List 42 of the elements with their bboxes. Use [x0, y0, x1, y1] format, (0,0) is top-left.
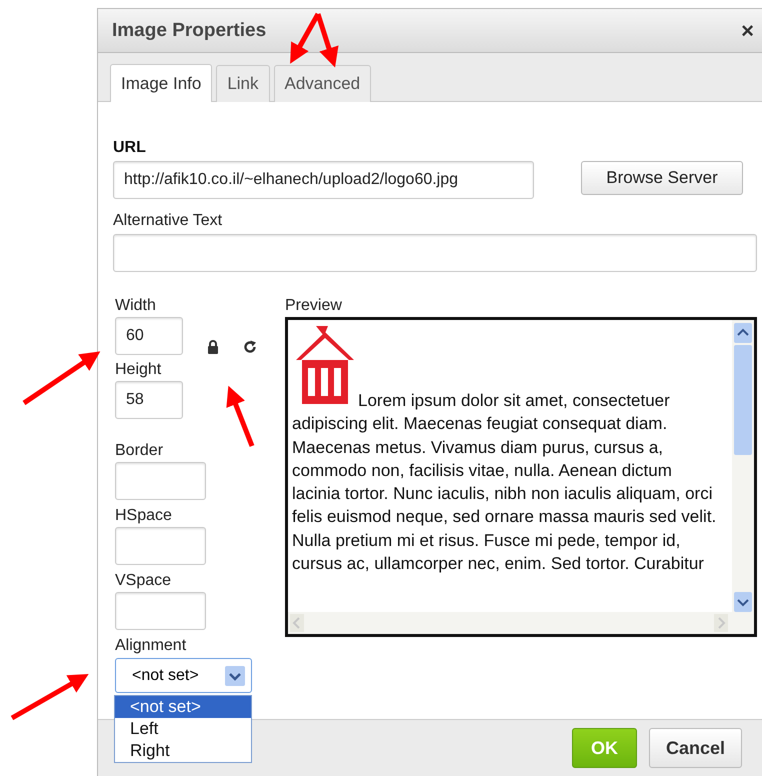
field-label: Alternative Text	[113, 211, 224, 230]
window-title: Image Properties	[112, 20, 266, 42]
field-label: VSpace	[115, 571, 172, 590]
field-label: Preview	[285, 296, 343, 315]
chevron-down-icon	[225, 666, 245, 686]
alignment-dropdown[interactable]: <not set>	[115, 658, 252, 693]
border-field[interactable]	[115, 462, 206, 500]
url-field[interactable]: http://afik10.co.il/~elhanech/upload2/logo60.jpg	[113, 161, 534, 199]
tab[interactable]: Image Info	[110, 64, 212, 102]
annotation-arrow	[316, 13, 338, 68]
scrollbar-thumb[interactable]	[734, 345, 752, 455]
tab[interactable]: Advanced	[274, 65, 372, 102]
field-label: Height	[115, 360, 162, 379]
dropdown-option[interactable]: <not set>	[115, 696, 251, 718]
scroll-down-icon[interactable]	[734, 592, 752, 612]
horizontal-scrollbar[interactable]	[288, 612, 754, 634]
field-label: Alignment	[115, 636, 188, 655]
vspace-field[interactable]	[115, 592, 206, 630]
field-label: URL	[113, 138, 147, 157]
field-label: Width	[115, 296, 157, 315]
lock-icon[interactable]	[207, 340, 219, 354]
field-label: Border	[115, 441, 164, 460]
tab[interactable]: Link	[216, 65, 270, 102]
height-field[interactable]: 58	[115, 381, 183, 419]
reset-icon[interactable]	[243, 340, 257, 354]
annotation-arrow	[226, 386, 254, 447]
hspace-field[interactable]	[115, 527, 206, 565]
width-field[interactable]: 60	[115, 317, 183, 355]
vertical-scrollbar[interactable]	[732, 320, 754, 612]
cancel-button[interactable]: Cancel	[648, 728, 742, 768]
annotation-arrow	[290, 12, 320, 64]
browse-server-button[interactable]: Browse Server	[581, 161, 743, 195]
dropdown-option[interactable]: Left	[115, 718, 251, 740]
dropdown-option[interactable]: Right	[115, 740, 251, 762]
alternative-text-field[interactable]	[113, 234, 757, 272]
scroll-left-icon[interactable]	[290, 614, 304, 632]
scroll-right-icon[interactable]	[714, 614, 728, 632]
house-logo-icon	[294, 324, 356, 406]
scroll-up-icon[interactable]	[734, 323, 752, 343]
close-button[interactable]: ×	[739, 18, 756, 44]
field-label: HSpace	[115, 506, 173, 525]
preview-text: Lorem ipsum dolor sit amet, consectetuer adipiscing elit. Maecenas feugiat consequat diam. Maecenas metus. Vivamus diam purus, cursus a, commodo non, facilisis vitae, nulla. Aenean dictum lacinia tortor. Nunc iaculis, nibh non iaculis aliquam, orci felis euismod neque, sed ornare massa mauris sed velit. Nulla pretium mi et risus. Fusce mi pede, tempor id, cursus ac, ullamcorper nec, enim. Sed tortor. Curabitur	[292, 391, 716, 574]
